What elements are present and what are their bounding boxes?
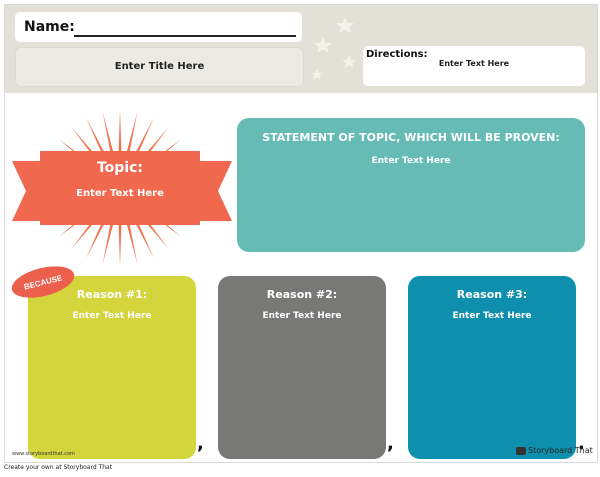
reason-3-title: Reason #3: (456, 288, 528, 301)
title-placeholder: Enter Title Here (114, 61, 205, 72)
brand-name: Storyboard That (528, 446, 593, 455)
footer-credit[interactable]: Create your own at Storyboard That (4, 464, 112, 471)
reason-2-text: Enter Text Here (262, 311, 342, 321)
reason-2-box[interactable]: Reason #2: Enter Text Here (218, 276, 386, 459)
separator-2: , (387, 433, 394, 454)
reason-1-text: Enter Text Here (72, 311, 152, 321)
burst-ray (118, 110, 122, 159)
statement-title: STATEMENT OF TOPIC, WHICH WILL BE PROVEN… (262, 131, 560, 144)
star-icon (342, 55, 356, 68)
reason-3-text: Enter Text Here (452, 311, 532, 321)
name-underline (74, 35, 296, 37)
star-icon (311, 69, 323, 80)
name-field[interactable]: Name: (15, 12, 302, 42)
watermark-url: www.storyboardthat.com (12, 451, 75, 457)
worksheet: Name: Enter Title Here Directions: Enter… (4, 4, 598, 463)
burst-ray (118, 217, 122, 266)
star-icon (314, 37, 332, 53)
storyboard-logo-icon (516, 446, 526, 455)
directions-text: Enter Text Here (438, 59, 510, 68)
topic-ribbon-right (195, 161, 232, 221)
brand-watermark: Storyboard That (516, 446, 593, 455)
star-icon (336, 17, 354, 33)
header-band: Name: Enter Title Here Directions: Enter… (5, 5, 597, 93)
topic-text[interactable]: Enter Text Here (40, 188, 200, 199)
separator-1: , (197, 433, 204, 454)
reason-3-box[interactable]: Reason #3: Enter Text Here (408, 276, 576, 459)
reason-2-title: Reason #2: (266, 288, 338, 301)
stars-decoration (311, 17, 356, 80)
topic-label: Topic: (96, 160, 144, 176)
because-badge: BECAUSE (11, 266, 75, 298)
directions-box[interactable]: Directions: Enter Text Here (363, 46, 585, 86)
statement-text: Enter Text Here (371, 156, 451, 166)
title-field[interactable]: Enter Title Here (15, 47, 304, 87)
name-label: Name: (24, 19, 75, 35)
statement-box[interactable]: STATEMENT OF TOPIC, WHICH WILL BE PROVEN… (237, 118, 585, 252)
